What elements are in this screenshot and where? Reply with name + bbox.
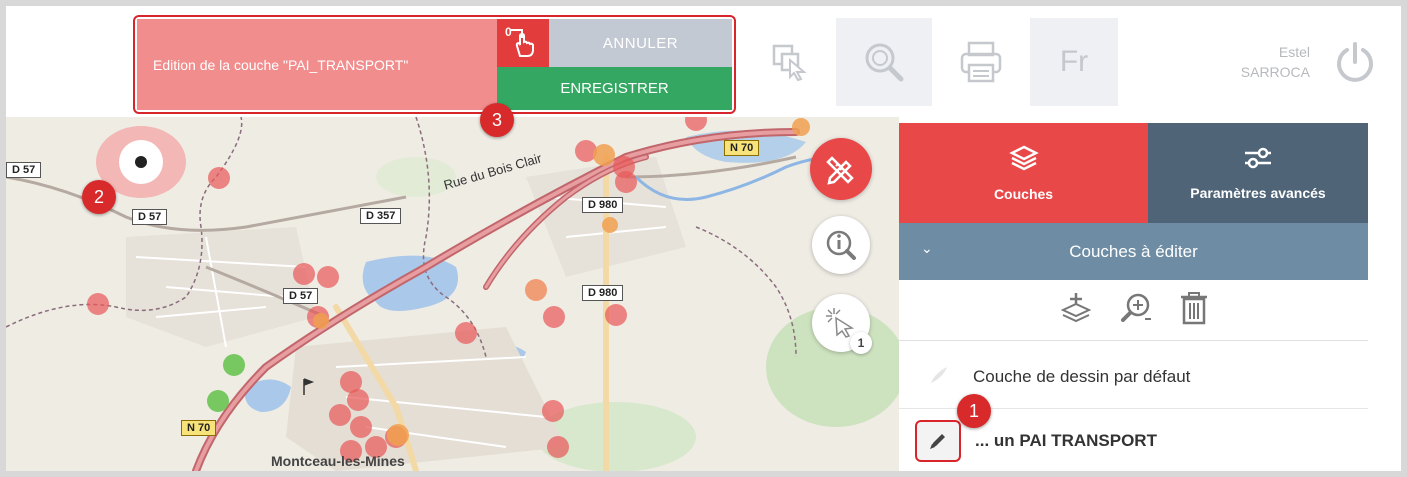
search-icon — [865, 43, 904, 82]
select-features-button[interactable]: 1 — [812, 294, 872, 354]
road-label: D 57 — [132, 209, 168, 225]
edit-banner: Edition de la couche "PAI_TRANSPORT" — [137, 19, 502, 110]
selection-count-badge: 1 — [850, 332, 872, 354]
zoom-layer-button[interactable] — [1119, 291, 1153, 330]
callout-badge-1: 1 — [957, 394, 991, 428]
user-last-name: SARROCA — [1240, 64, 1310, 80]
tab-couches[interactable]: Couches — [899, 123, 1148, 223]
select-draw-button[interactable] — [744, 18, 836, 106]
edit-tool-button[interactable]: 0 — [497, 19, 549, 67]
power-icon — [1337, 42, 1373, 82]
road-label: D 57 — [6, 162, 42, 178]
chevron-down-icon: ⌄ — [921, 240, 933, 256]
select-draw-icon — [772, 44, 807, 82]
print-button[interactable] — [932, 18, 1030, 106]
add-layer-icon — [1060, 292, 1091, 322]
language-button[interactable]: Fr — [1030, 18, 1118, 106]
delete-layer-button[interactable] — [1179, 291, 1209, 330]
edit-banner-text: Edition de la couche "PAI_TRANSPORT" — [153, 56, 409, 73]
pencil-icon — [930, 434, 945, 449]
layer-label: Couche de dessin par défaut — [973, 367, 1191, 386]
language-label: Fr — [1059, 45, 1089, 78]
tab-advanced-settings[interactable]: Paramètres avancés — [1148, 123, 1368, 223]
zoom-plus-icon — [1120, 293, 1151, 322]
cancel-button[interactable]: ANNULER — [549, 19, 732, 67]
feather-pen-icon — [927, 363, 957, 392]
search-button[interactable] — [836, 18, 932, 106]
callout-badge-3: 3 — [480, 103, 514, 137]
road-label: D 980 — [582, 197, 624, 213]
add-layer-button[interactable] — [1059, 291, 1093, 330]
callout-badge-2: 2 — [82, 180, 116, 214]
tab-advanced-label: Paramètres avancés — [1190, 185, 1326, 201]
section-header[interactable]: ⌄ Couches à éditer — [899, 223, 1368, 280]
layer-tools — [899, 280, 1368, 341]
section-title: Couches à éditer — [1069, 241, 1198, 261]
sliders-icon — [1245, 147, 1271, 169]
map-canvas[interactable]: D 57 D 57 D 357 D 57 N 70 D 980 D 980 N … — [6, 117, 899, 471]
layer-label-active: ... un PAI TRANSPORT — [975, 431, 1157, 450]
map-background — [6, 117, 899, 471]
tab-couches-label: Couches — [993, 186, 1054, 202]
user-info: Estel SARROCA — [1176, 18, 1310, 106]
draw-tools-button[interactable] — [810, 138, 872, 200]
road-label: D 980 — [582, 285, 624, 301]
logout-button[interactable] — [1320, 18, 1390, 106]
trash-icon — [1180, 291, 1207, 324]
road-label: N 70 — [181, 420, 217, 436]
user-first-name: Estel — [1278, 44, 1310, 60]
edit-count-label: 0 — [505, 25, 512, 39]
print-icon — [960, 41, 1002, 83]
edit-layer-button[interactable] — [915, 420, 961, 462]
layers-icon — [1008, 145, 1039, 171]
app-window: Fr Estel SARROCA Edition de la couche "P… — [6, 6, 1401, 471]
road-label: D 357 — [360, 208, 402, 224]
road-label: N 70 — [724, 140, 760, 156]
info-button[interactable] — [812, 216, 870, 274]
info-search-icon — [826, 230, 856, 260]
pencil-ruler-icon — [826, 156, 854, 185]
save-button[interactable]: ENREGISTRER — [497, 67, 732, 110]
city-label: Montceau-les-Mines — [271, 453, 405, 469]
road-label: D 57 — [283, 288, 319, 304]
